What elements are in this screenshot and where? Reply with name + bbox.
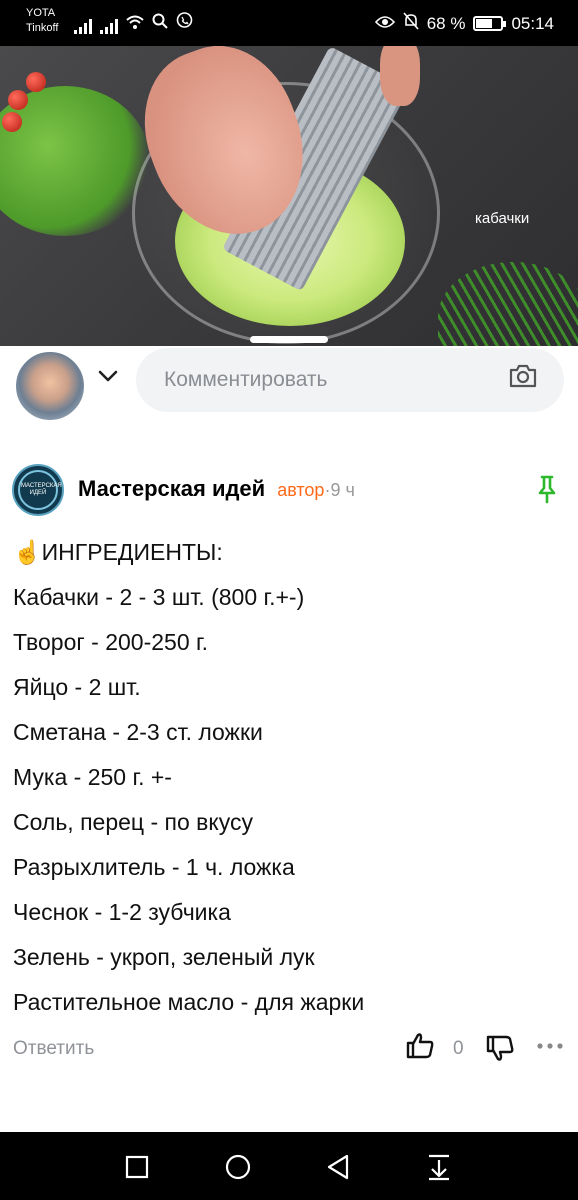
video-green-onion — [438, 262, 578, 352]
comment-header: Мастерская идей автор·9 ч — [78, 476, 355, 502]
camera-icon[interactable] — [508, 362, 538, 390]
home-icon[interactable] — [223, 1152, 253, 1182]
thumbs-down-icon[interactable] — [485, 1034, 515, 1064]
comment-time: 9 ч — [330, 480, 355, 500]
video-player[interactable]: кабачки — [0, 46, 578, 352]
status-left-icons — [74, 12, 193, 34]
comment-actions: Ответить 0 — [13, 1030, 568, 1070]
pin-icon — [538, 475, 556, 504]
clock: 05:14 — [511, 13, 554, 33]
comment-line: Творог - 200-250 г. — [13, 629, 208, 655]
like-count: 0 — [453, 1038, 464, 1059]
comment-line: Разрыхлитель - 1 ч. ложка — [13, 854, 295, 880]
recent-apps-icon[interactable] — [122, 1152, 152, 1182]
comment-line: Кабачки - 2 - 3 шт. (800 г.+-) — [13, 584, 305, 610]
comment-input-placeholder: Комментировать — [164, 368, 328, 391]
reply-button[interactable]: Ответить — [13, 1038, 94, 1060]
battery-icon — [473, 16, 507, 31]
viber-icon — [176, 12, 193, 34]
back-icon[interactable] — [323, 1152, 353, 1182]
video-hand — [380, 46, 420, 106]
user-avatar[interactable] — [14, 350, 86, 422]
comment-line: Чеснок - 1-2 зубчика — [13, 899, 231, 925]
search-icon — [152, 13, 168, 34]
battery-level — [476, 19, 493, 28]
video-overlay-label: кабачки — [475, 210, 530, 227]
video-tomato — [8, 90, 28, 110]
comment-line: Зелень - укроп, зеленый лук — [13, 944, 315, 970]
comment-meta: автор·9 ч — [277, 480, 355, 501]
video-drag-handle[interactable] — [250, 336, 328, 343]
comment-line: ☝️ИНГРЕДИЕНТЫ: — [13, 539, 223, 565]
comment-text: ☝️ИНГРЕДИЕНТЫ: Кабачки - 2 - 3 шт. (800 … — [13, 530, 568, 1025]
author-avatar-logo: МАСТЕРСКАЯ ИДЕЙ — [21, 483, 62, 496]
carrier-2: Tinkoff — [26, 22, 59, 34]
battery-percent: 68 % — [426, 13, 466, 33]
status-bar: YOTA Tinkoff 68 % 05:14 — [0, 0, 578, 46]
chevron-down-icon[interactable] — [96, 364, 120, 388]
comment-line: Сметана - 2-3 ст. ложки — [13, 719, 263, 745]
more-dots-icon[interactable] — [535, 1036, 565, 1056]
mute-bell-icon — [403, 12, 419, 35]
comment-author[interactable]: Мастерская идей — [78, 476, 265, 502]
author-badge: автор — [277, 480, 325, 500]
notification-pull-icon[interactable] — [424, 1152, 454, 1182]
comment-line: Яйцо - 2 шт. — [13, 674, 141, 700]
thumbs-up-icon[interactable] — [405, 1030, 435, 1060]
comment-line: Соль, перец - по вкусу — [13, 809, 253, 835]
eye-icon — [374, 14, 395, 34]
signal-1-icon — [74, 18, 92, 34]
wifi-icon — [126, 14, 144, 34]
video-tomato — [26, 72, 46, 92]
status-right: 68 % 05:14 — [374, 12, 554, 35]
carrier-1: YOTA — [26, 7, 56, 19]
system-nav-bar — [0, 1132, 578, 1200]
author-avatar[interactable]: МАСТЕРСКАЯ ИДЕЙ — [12, 464, 64, 516]
comment-line: Растительное масло - для жарки — [13, 989, 365, 1015]
comment-input[interactable]: Комментировать — [136, 348, 564, 412]
signal-2-icon — [100, 18, 118, 34]
video-tomato — [2, 112, 22, 132]
carrier-labels: YOTA Tinkoff — [26, 6, 58, 36]
comment-line: Мука - 250 г. +- — [13, 764, 172, 790]
